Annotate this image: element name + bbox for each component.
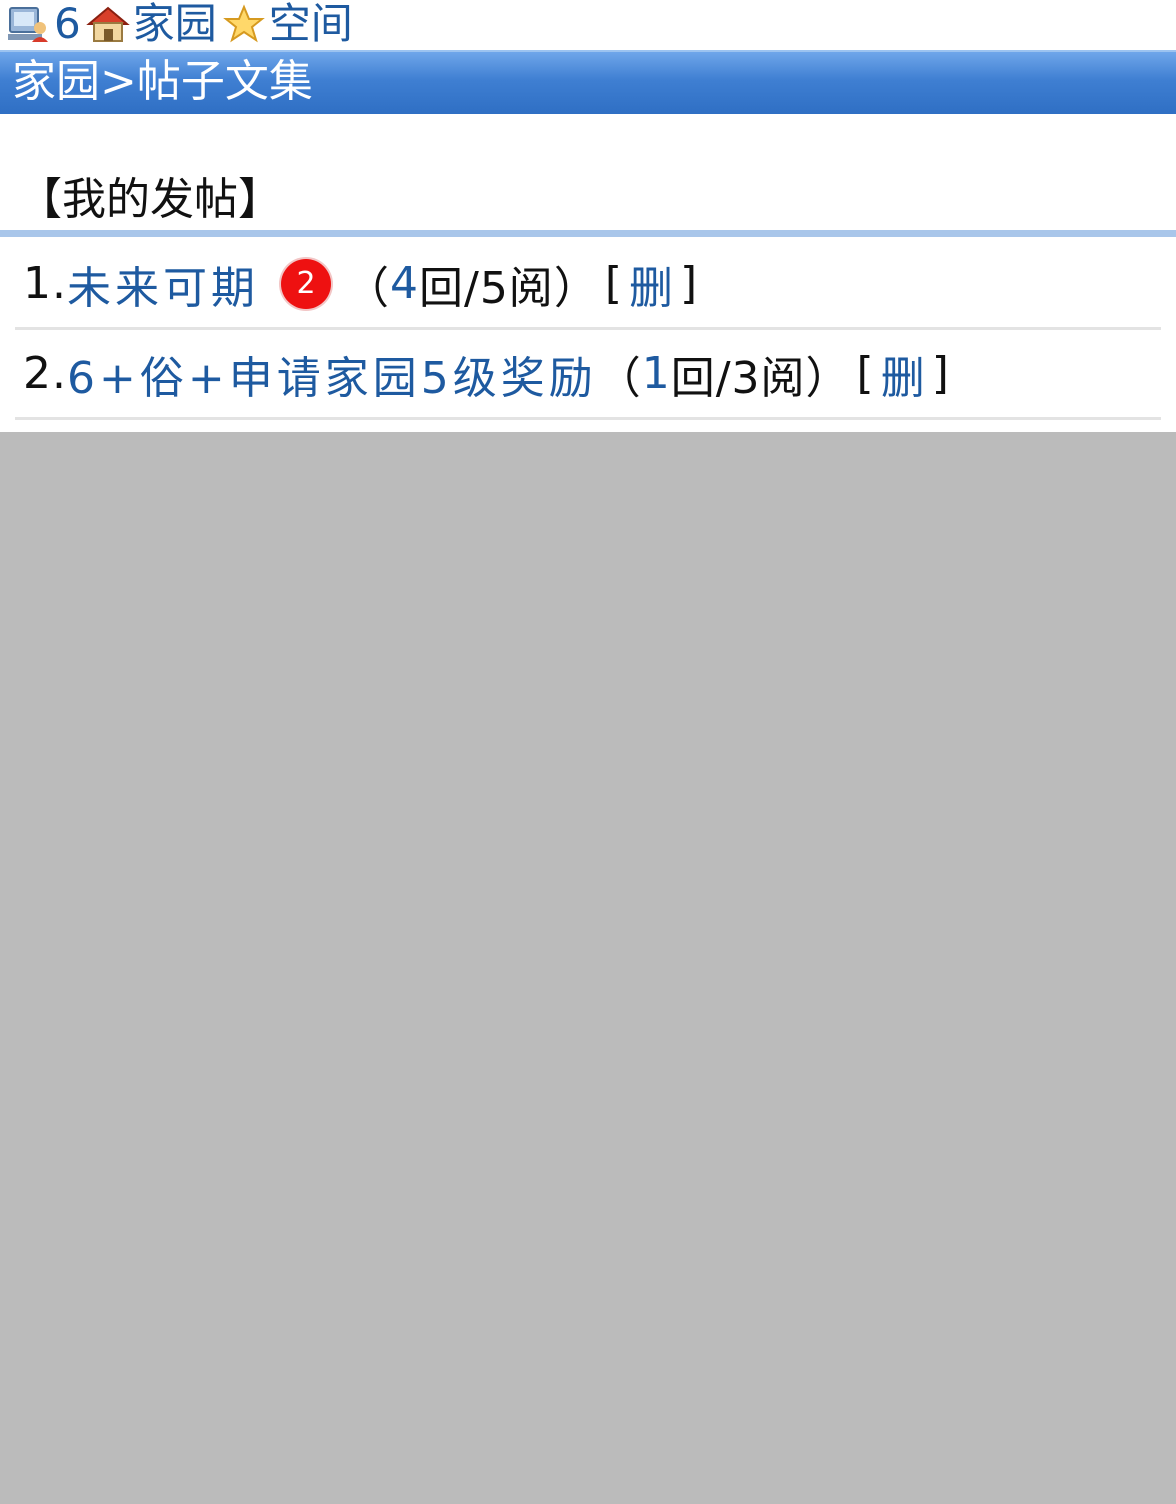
open-paren: （	[596, 352, 642, 404]
post-title-link[interactable]: 6+俗+申请家园5级奖励	[67, 342, 597, 406]
bracket-open: [	[604, 258, 623, 309]
space-link[interactable]: 空间	[221, 0, 353, 48]
post-row: 2. 6+俗+申请家园5级奖励 （ 1 回/ 3阅 ） [ 删 ]	[15, 330, 1161, 420]
post-title-link[interactable]: 未来可期	[67, 252, 259, 316]
read-count: 5阅	[479, 262, 554, 314]
bracket-close: ]	[679, 258, 699, 309]
unread-badge: 2	[280, 258, 331, 309]
read-count: 3阅	[731, 352, 806, 404]
home-label: 家园	[132, 0, 217, 48]
user-online-link[interactable]: 6	[6, 0, 81, 48]
home-link[interactable]: 家园	[85, 0, 217, 48]
space-label: 空间	[268, 0, 353, 48]
top-nav: 6 家园 空间	[0, 0, 1176, 48]
bracket-open: [	[856, 348, 875, 399]
post-row: 1. 未来可期 2 （ 4 回/ 5阅 ） [ 删 ]	[15, 240, 1161, 330]
breadcrumb: 家园>帖子文集	[12, 56, 313, 107]
post-number: 1.	[23, 258, 67, 309]
reply-unit: 回/	[670, 352, 732, 404]
reply-unit: 回/	[418, 262, 480, 314]
reply-count: 4	[389, 258, 419, 309]
user-computer-icon	[8, 7, 48, 42]
user-count: 6	[54, 0, 81, 48]
post-number: 2.	[23, 348, 67, 399]
close-paren: ）	[553, 262, 599, 314]
close-paren: ）	[805, 352, 851, 404]
open-paren: （	[344, 262, 390, 314]
bracket-close: ]	[931, 348, 950, 399]
reply-count: 1	[641, 348, 671, 399]
delete-link[interactable]: 删	[629, 252, 674, 316]
section-divider	[0, 230, 1176, 237]
section-title: 【我的发帖】	[18, 174, 282, 225]
title-bar: 家园>帖子文集	[0, 50, 1176, 114]
star-icon	[222, 4, 265, 43]
delete-link[interactable]: 删	[881, 342, 926, 406]
house-icon	[85, 6, 130, 42]
grey-overlay	[0, 432, 1176, 1504]
